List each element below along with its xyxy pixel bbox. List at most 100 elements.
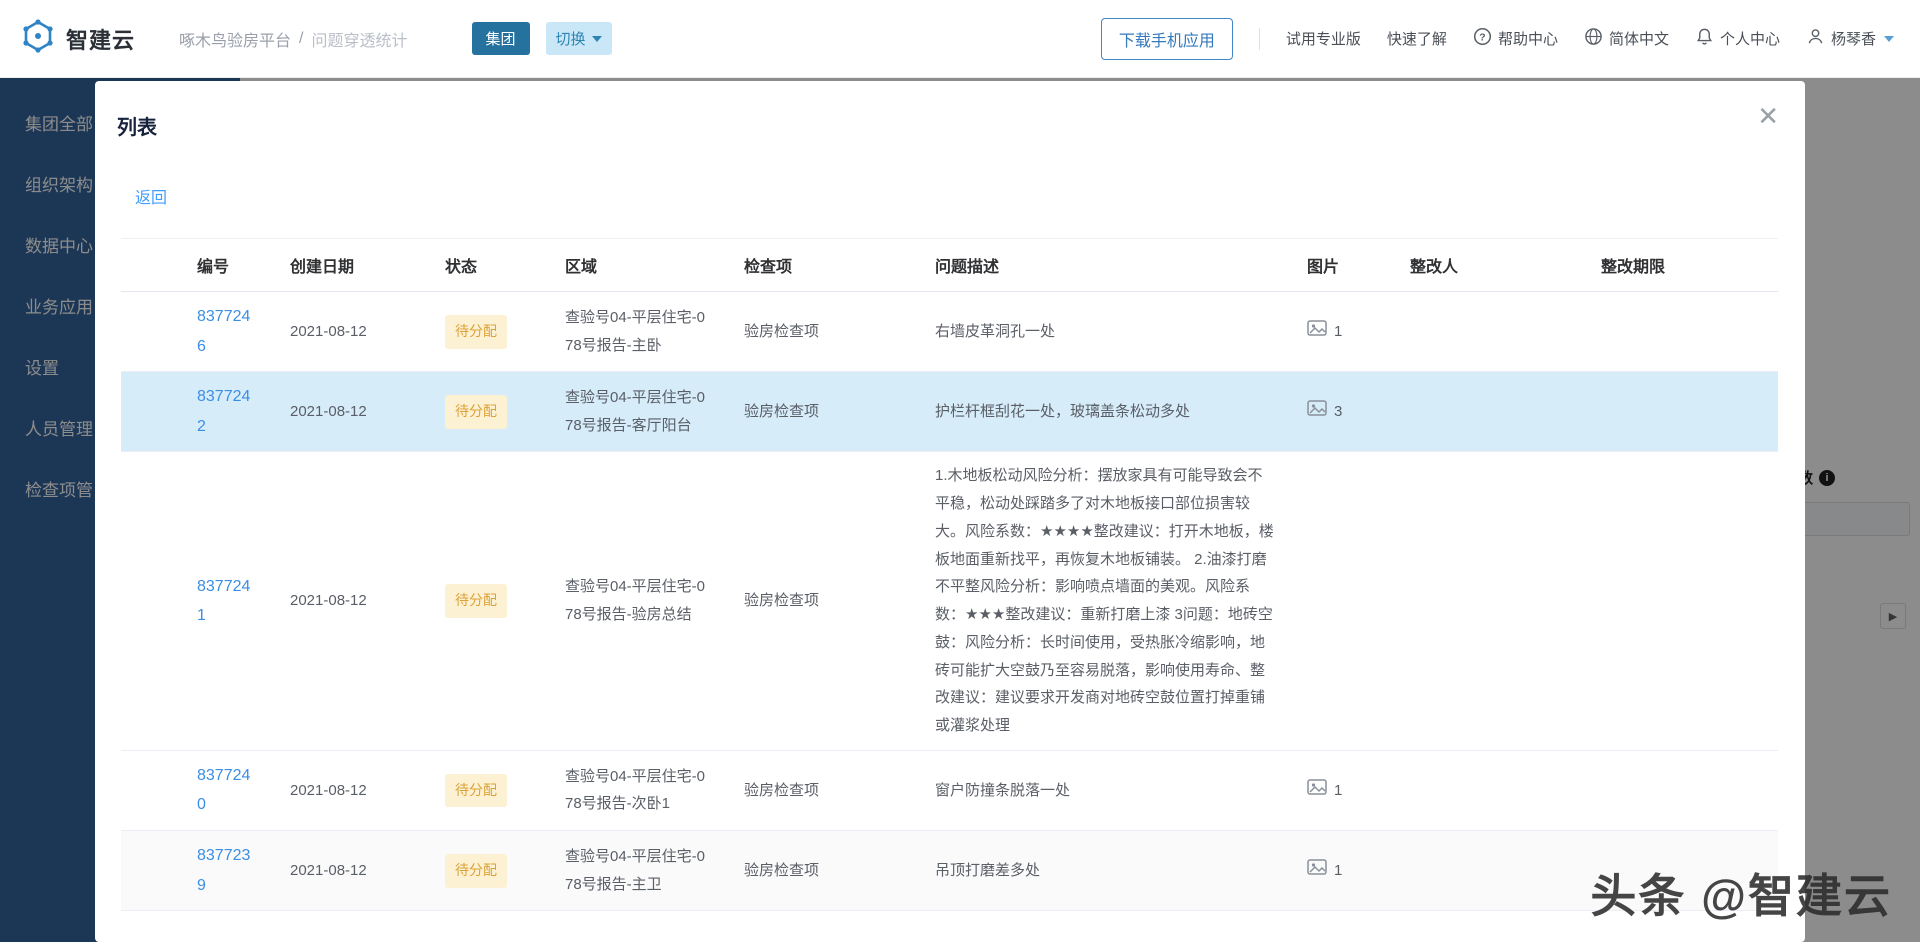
table-row: 8377239 2021-08-12 待分配 查验号04-平层住宅-078号报告… (121, 831, 1778, 911)
trial-pro-link[interactable]: 试用专业版 (1286, 28, 1361, 49)
watermark-text: 头条 @智建云 (1590, 860, 1892, 926)
cell-rectifier (1394, 831, 1585, 911)
cell-check-item: 验房检查项 (728, 452, 919, 751)
col-header-area: 区域 (549, 239, 728, 292)
table-row: 8377246 2021-08-12 待分配 查验号04-平层住宅-078号报告… (121, 292, 1778, 372)
status-badge: 待分配 (445, 854, 507, 888)
cell-description: 护栏杆框刮花一处，玻璃盖条松动多处 (919, 372, 1291, 452)
picture-icon (1307, 398, 1327, 426)
header-spacer (121, 239, 181, 292)
image-count-value: 1 (1334, 318, 1342, 346)
image-count[interactable]: 1 (1307, 777, 1378, 805)
cell-rectifier (1394, 372, 1585, 452)
topbar-divider (1259, 28, 1260, 50)
cell-rectifier (1394, 750, 1585, 830)
cell-check-item: 验房检查项 (728, 750, 919, 830)
username-label: 杨琴香 (1831, 28, 1876, 49)
status-badge: 待分配 (445, 774, 507, 808)
col-header-check-item: 检查项 (728, 239, 919, 292)
breadcrumb-separator: / (299, 30, 303, 48)
col-header-date: 创建日期 (274, 239, 429, 292)
cell-date: 2021-08-12 (274, 831, 429, 911)
cell-check-item: 验房检查项 (728, 372, 919, 452)
cell-images-empty (1291, 452, 1394, 751)
cell-description: 右墙皮革洞孔一处 (919, 292, 1291, 372)
cell-description: 窗户防撞条脱落一处 (919, 750, 1291, 830)
col-header-rectifier: 整改人 (1394, 239, 1585, 292)
close-icon[interactable]: ✕ (1757, 103, 1779, 129)
chevron-down-icon (592, 36, 602, 42)
language-selector[interactable]: 简体中文 (1584, 27, 1669, 50)
language-label: 简体中文 (1609, 28, 1669, 49)
cell-date: 2021-08-12 (274, 372, 429, 452)
status-badge: 待分配 (445, 395, 507, 429)
user-menu[interactable]: 杨琴香 (1806, 27, 1894, 50)
issue-id-link[interactable]: 8377242 (197, 388, 250, 435)
image-count[interactable]: 1 (1307, 857, 1378, 885)
breadcrumb-page: 问题穿透统计 (311, 27, 407, 51)
personal-center-link[interactable]: 个人中心 (1695, 27, 1780, 50)
cell-deadline (1585, 452, 1778, 751)
list-modal: 列表 ✕ 返回 编号 创建日期 状态 区域 检查项 问题描述 图片 整改人 (95, 81, 1805, 942)
col-header-description: 问题描述 (919, 239, 1291, 292)
image-count[interactable]: 3 (1307, 398, 1378, 426)
breadcrumb-platform[interactable]: 啄木鸟验房平台 (179, 27, 291, 51)
cell-check-item: 验房检查项 (728, 831, 919, 911)
topbar: 智建云 啄木鸟验房平台 / 问题穿透统计 集团 切换 下载手机应用 试用专业版 … (0, 0, 1920, 78)
help-center-label: 帮助中心 (1498, 28, 1558, 49)
picture-icon (1307, 777, 1327, 805)
status-badge: 待分配 (445, 584, 507, 618)
cell-area: 查验号04-平层住宅-078号报告-主卫 (549, 831, 728, 911)
logo-hexagon-icon (20, 18, 56, 59)
quick-learn-link[interactable]: 快速了解 (1387, 28, 1447, 49)
col-header-id: 编号 (181, 239, 274, 292)
help-center-link[interactable]: ? 帮助中心 (1473, 27, 1558, 50)
issue-id-link[interactable]: 8377240 (197, 767, 250, 814)
cell-area: 查验号04-平层住宅-078号报告-次卧1 (549, 750, 728, 830)
question-circle-icon: ? (1473, 27, 1492, 50)
page: 智建云 啄木鸟验房平台 / 问题穿透统计 集团 切换 下载手机应用 试用专业版 … (0, 0, 1920, 942)
chevron-down-icon (1884, 36, 1894, 42)
issues-table: 编号 创建日期 状态 区域 检查项 问题描述 图片 整改人 整改期限 83772… (121, 238, 1778, 911)
cell-description: 吊顶打磨差多处 (919, 831, 1291, 911)
cell-date: 2021-08-12 (274, 292, 429, 372)
issue-id-link[interactable]: 8377239 (197, 847, 250, 894)
switch-button[interactable]: 切换 (546, 22, 612, 55)
group-button[interactable]: 集团 (472, 22, 530, 55)
table-row: 8377241 2021-08-12 待分配 查验号04-平层住宅-078号报告… (121, 452, 1778, 751)
table-header-row: 编号 创建日期 状态 区域 检查项 问题描述 图片 整改人 整改期限 (121, 239, 1778, 292)
bell-icon (1695, 27, 1714, 50)
cell-date: 2021-08-12 (274, 750, 429, 830)
col-header-status: 状态 (429, 239, 549, 292)
svg-text:?: ? (1479, 32, 1485, 43)
breadcrumb: 啄木鸟验房平台 / 问题穿透统计 (179, 27, 407, 51)
cell-area: 查验号04-平层住宅-078号报告-客厅阳台 (549, 372, 728, 452)
user-icon (1806, 27, 1825, 50)
col-header-deadline: 整改期限 (1585, 239, 1778, 292)
cell-deadline (1585, 372, 1778, 452)
personal-center-label: 个人中心 (1720, 28, 1780, 49)
status-badge: 待分配 (445, 315, 507, 349)
table-row: 8377242 2021-08-12 待分配 查验号04-平层住宅-078号报告… (121, 372, 1778, 452)
picture-icon (1307, 318, 1327, 346)
image-count-value: 1 (1334, 857, 1342, 885)
cell-check-item: 验房检查项 (728, 292, 919, 372)
image-count-value: 3 (1334, 398, 1342, 426)
image-count[interactable]: 1 (1307, 318, 1378, 346)
issue-id-link[interactable]: 8377246 (197, 308, 250, 355)
switch-button-label: 切换 (556, 28, 586, 49)
issue-id-link[interactable]: 8377241 (197, 578, 250, 625)
logo[interactable]: 智建云 (20, 18, 135, 59)
back-link[interactable]: 返回 (135, 184, 167, 208)
cell-area: 查验号04-平层住宅-078号报告-主卧 (549, 292, 728, 372)
cell-deadline (1585, 292, 1778, 372)
logo-text: 智建云 (66, 23, 135, 55)
topbar-right: 下载手机应用 试用专业版 快速了解 ? 帮助中心 (1101, 18, 1894, 60)
picture-icon (1307, 857, 1327, 885)
image-count-value: 1 (1334, 777, 1342, 805)
cell-date: 2021-08-12 (274, 452, 429, 751)
download-app-button[interactable]: 下载手机应用 (1101, 18, 1233, 60)
cell-rectifier (1394, 292, 1585, 372)
col-header-images: 图片 (1291, 239, 1394, 292)
globe-icon (1584, 27, 1603, 50)
